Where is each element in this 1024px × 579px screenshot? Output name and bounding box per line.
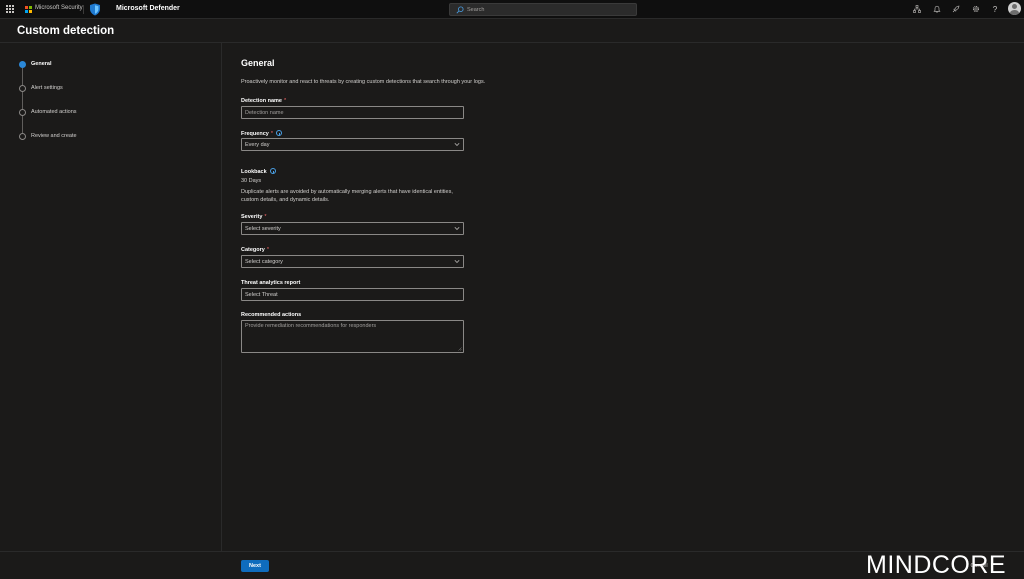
page-header: Custom detection — [0, 19, 1024, 43]
category-dropdown[interactable]: Select category — [241, 255, 464, 268]
recommended-actions-field[interactable] — [241, 320, 464, 353]
page-title: Custom detection — [17, 25, 115, 37]
divider — [83, 5, 84, 14]
label-text: Category — [241, 247, 265, 253]
defender-shield-icon — [90, 3, 100, 16]
threat-report-placeholder: Select Threat — [245, 291, 278, 298]
label-text: Frequency — [241, 131, 269, 137]
category-placeholder: Select category — [245, 258, 283, 265]
help-icon[interactable]: ? — [990, 4, 1000, 14]
step-indicator — [19, 85, 26, 92]
step-label: Alert settings — [31, 85, 63, 91]
recommended-actions-textarea[interactable] — [245, 323, 460, 350]
info-icon[interactable] — [275, 130, 282, 136]
lookback-label: Lookback — [241, 168, 276, 175]
frequency-value: Every day — [245, 141, 270, 148]
step-connector — [22, 92, 23, 109]
required-marker: * — [264, 214, 267, 220]
label-text: Detection name — [241, 98, 282, 104]
label-text: Lookback — [241, 169, 267, 175]
section-heading: General — [241, 58, 275, 68]
threat-report-label: Threat analytics report — [241, 280, 301, 286]
detection-name-field[interactable] — [241, 106, 464, 119]
search-icon — [456, 6, 464, 14]
chevron-down-icon — [454, 260, 460, 263]
category-label: Category * — [241, 247, 269, 253]
step-alert-settings[interactable]: Alert settings — [19, 85, 199, 95]
severity-dropdown[interactable]: Select severity — [241, 222, 464, 235]
org-tree-icon[interactable] — [912, 4, 922, 14]
step-review-and-create[interactable]: Review and create — [19, 133, 199, 143]
wizard-steps-panel: General Alert settings Automated actions… — [0, 43, 222, 551]
step-indicator — [19, 109, 26, 116]
step-indicator — [19, 133, 26, 140]
lookback-value: 30 Days — [241, 178, 262, 184]
step-label: General — [31, 61, 52, 67]
chevron-down-icon — [454, 143, 460, 146]
top-bar: Microsoft Security Microsoft Defender ? — [0, 0, 1024, 19]
gear-icon[interactable] — [971, 4, 981, 14]
severity-label: Severity * — [241, 214, 267, 220]
section-description: Proactively monitor and react to threats… — [241, 79, 486, 85]
step-label: Automated actions — [31, 109, 77, 115]
search-input[interactable] — [467, 5, 632, 14]
step-connector — [22, 116, 23, 133]
step-indicator-active — [19, 61, 26, 68]
app-launcher-icon[interactable] — [6, 5, 14, 13]
threat-report-picker[interactable]: Select Threat — [241, 288, 464, 301]
frequency-label: Frequency * — [241, 130, 282, 137]
lookback-note-line: Duplicate alerts are avoided by automati… — [241, 189, 453, 195]
required-marker: * — [266, 247, 269, 253]
step-automated-actions[interactable]: Automated actions — [19, 109, 199, 119]
step-label: Review and create — [31, 133, 77, 139]
brand-label[interactable]: Microsoft Security — [35, 5, 83, 11]
bell-icon[interactable] — [932, 4, 942, 14]
resize-handle-icon[interactable] — [458, 347, 462, 351]
label-text: Severity — [241, 214, 263, 220]
chevron-down-icon — [454, 227, 460, 230]
microsoft-logo-icon — [25, 6, 32, 13]
next-button[interactable]: Next — [241, 560, 269, 572]
rocket-icon[interactable] — [951, 4, 961, 14]
severity-placeholder: Select severity — [245, 225, 281, 232]
detection-name-input[interactable] — [245, 108, 445, 117]
step-connector — [22, 68, 23, 85]
lookback-note-line: custom details, and dynamic details. — [241, 197, 330, 203]
required-marker: * — [283, 98, 287, 104]
avatar[interactable] — [1008, 2, 1021, 15]
product-name[interactable]: Microsoft Defender — [116, 5, 180, 12]
step-general[interactable]: General — [19, 61, 199, 71]
detection-name-label: Detection name * — [241, 98, 286, 104]
info-icon[interactable] — [269, 168, 276, 174]
recommended-actions-label: Recommended actions — [241, 312, 302, 318]
lookback-note: Duplicate alerts are avoided by automati… — [241, 188, 471, 204]
search-box[interactable] — [449, 3, 637, 16]
frequency-dropdown[interactable]: Every day — [241, 138, 464, 151]
watermark: MINDCORE — [866, 551, 1007, 579]
required-marker: * — [270, 131, 273, 137]
